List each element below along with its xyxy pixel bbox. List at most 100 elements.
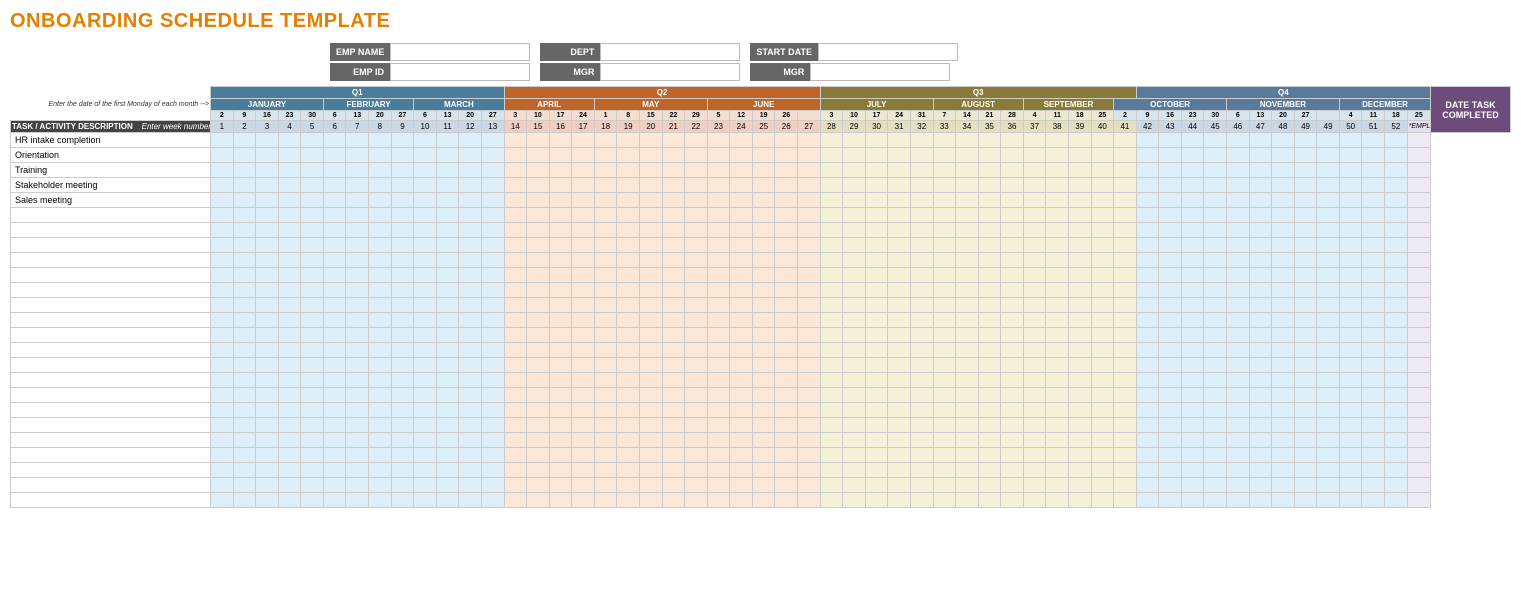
schedule-cell[interactable]: [278, 208, 301, 223]
schedule-cell[interactable]: [888, 343, 911, 358]
schedule-cell[interactable]: [617, 268, 640, 283]
schedule-cell[interactable]: [323, 328, 346, 343]
schedule-cell[interactable]: [798, 238, 821, 253]
schedule-cell[interactable]: [527, 433, 550, 448]
schedule-cell[interactable]: [391, 358, 414, 373]
schedule-cell[interactable]: [933, 433, 956, 448]
schedule-cell[interactable]: [1114, 208, 1137, 223]
task-label[interactable]: [11, 418, 211, 433]
schedule-cell[interactable]: [1317, 193, 1340, 208]
schedule-cell[interactable]: [414, 253, 437, 268]
schedule-cell[interactable]: [278, 163, 301, 178]
schedule-cell[interactable]: [843, 343, 866, 358]
schedule-cell[interactable]: [414, 418, 437, 433]
schedule-cell[interactable]: [436, 388, 459, 403]
schedule-cell[interactable]: [1159, 268, 1182, 283]
schedule-cell[interactable]: [572, 178, 595, 193]
schedule-cell[interactable]: [572, 253, 595, 268]
schedule-cell[interactable]: [910, 163, 933, 178]
schedule-cell[interactable]: [1227, 178, 1250, 193]
schedule-cell[interactable]: [843, 448, 866, 463]
schedule-cell[interactable]: [1204, 283, 1227, 298]
schedule-cell[interactable]: [1159, 298, 1182, 313]
schedule-cell[interactable]: [1317, 133, 1340, 148]
schedule-cell[interactable]: [1294, 163, 1317, 178]
schedule-cell[interactable]: [865, 448, 888, 463]
schedule-cell[interactable]: [572, 448, 595, 463]
schedule-cell[interactable]: [910, 463, 933, 478]
schedule-cell[interactable]: [1001, 388, 1024, 403]
task-label[interactable]: Sales meeting: [11, 193, 211, 208]
schedule-cell[interactable]: [211, 448, 234, 463]
schedule-cell[interactable]: [1023, 358, 1046, 373]
schedule-cell[interactable]: [594, 373, 617, 388]
schedule-cell[interactable]: [233, 133, 256, 148]
schedule-cell[interactable]: [436, 478, 459, 493]
schedule-cell[interactable]: [1001, 178, 1024, 193]
schedule-cell[interactable]: [843, 253, 866, 268]
schedule-cell[interactable]: [820, 193, 843, 208]
schedule-cell[interactable]: [888, 358, 911, 373]
schedule-cell[interactable]: [1385, 283, 1408, 298]
schedule-cell[interactable]: [1181, 163, 1204, 178]
schedule-cell[interactable]: [1114, 463, 1137, 478]
schedule-cell[interactable]: [639, 373, 662, 388]
schedule-cell[interactable]: [1204, 343, 1227, 358]
schedule-cell[interactable]: [256, 268, 279, 283]
schedule-cell[interactable]: [865, 223, 888, 238]
schedule-cell[interactable]: [369, 178, 392, 193]
schedule-cell[interactable]: [752, 298, 775, 313]
schedule-cell[interactable]: [798, 283, 821, 298]
schedule-cell[interactable]: [481, 358, 504, 373]
schedule-cell[interactable]: [1227, 148, 1250, 163]
schedule-cell[interactable]: [910, 373, 933, 388]
schedule-cell[interactable]: [1227, 193, 1250, 208]
schedule-cell[interactable]: [481, 343, 504, 358]
schedule-cell[interactable]: [730, 253, 753, 268]
schedule-cell[interactable]: [843, 238, 866, 253]
schedule-cell[interactable]: [1362, 493, 1385, 508]
schedule-cell[interactable]: [1294, 433, 1317, 448]
schedule-cell[interactable]: [233, 418, 256, 433]
schedule-cell[interactable]: [910, 178, 933, 193]
task-label[interactable]: [11, 493, 211, 508]
schedule-cell[interactable]: [978, 298, 1001, 313]
schedule-cell[interactable]: [707, 133, 730, 148]
schedule-cell[interactable]: [775, 283, 798, 298]
schedule-cell[interactable]: [527, 343, 550, 358]
task-label[interactable]: [11, 343, 211, 358]
schedule-cell[interactable]: [843, 373, 866, 388]
schedule-cell[interactable]: [730, 223, 753, 238]
schedule-cell[interactable]: [685, 358, 708, 373]
schedule-cell[interactable]: [617, 463, 640, 478]
schedule-cell[interactable]: [278, 478, 301, 493]
schedule-cell[interactable]: [910, 493, 933, 508]
schedule-cell[interactable]: [549, 343, 572, 358]
schedule-cell[interactable]: [1362, 298, 1385, 313]
schedule-cell[interactable]: [1023, 193, 1046, 208]
date-task-completed-cell[interactable]: [1407, 418, 1430, 433]
schedule-cell[interactable]: [1001, 478, 1024, 493]
schedule-cell[interactable]: [1204, 193, 1227, 208]
schedule-cell[interactable]: [978, 313, 1001, 328]
schedule-cell[interactable]: [662, 373, 685, 388]
schedule-cell[interactable]: [1091, 463, 1114, 478]
schedule-cell[interactable]: [820, 328, 843, 343]
schedule-cell[interactable]: [933, 283, 956, 298]
schedule-cell[interactable]: [752, 328, 775, 343]
schedule-cell[interactable]: [391, 238, 414, 253]
schedule-cell[interactable]: [1317, 298, 1340, 313]
schedule-cell[interactable]: [1001, 133, 1024, 148]
schedule-cell[interactable]: [843, 298, 866, 313]
schedule-cell[interactable]: [301, 193, 324, 208]
schedule-cell[interactable]: [211, 328, 234, 343]
schedule-cell[interactable]: [1249, 193, 1272, 208]
date-task-completed-cell[interactable]: [1407, 133, 1430, 148]
schedule-cell[interactable]: [1068, 388, 1091, 403]
schedule-cell[interactable]: [1023, 268, 1046, 283]
schedule-cell[interactable]: [798, 373, 821, 388]
schedule-cell[interactable]: [1114, 268, 1137, 283]
schedule-cell[interactable]: [1159, 223, 1182, 238]
schedule-cell[interactable]: [436, 448, 459, 463]
task-label[interactable]: [11, 358, 211, 373]
